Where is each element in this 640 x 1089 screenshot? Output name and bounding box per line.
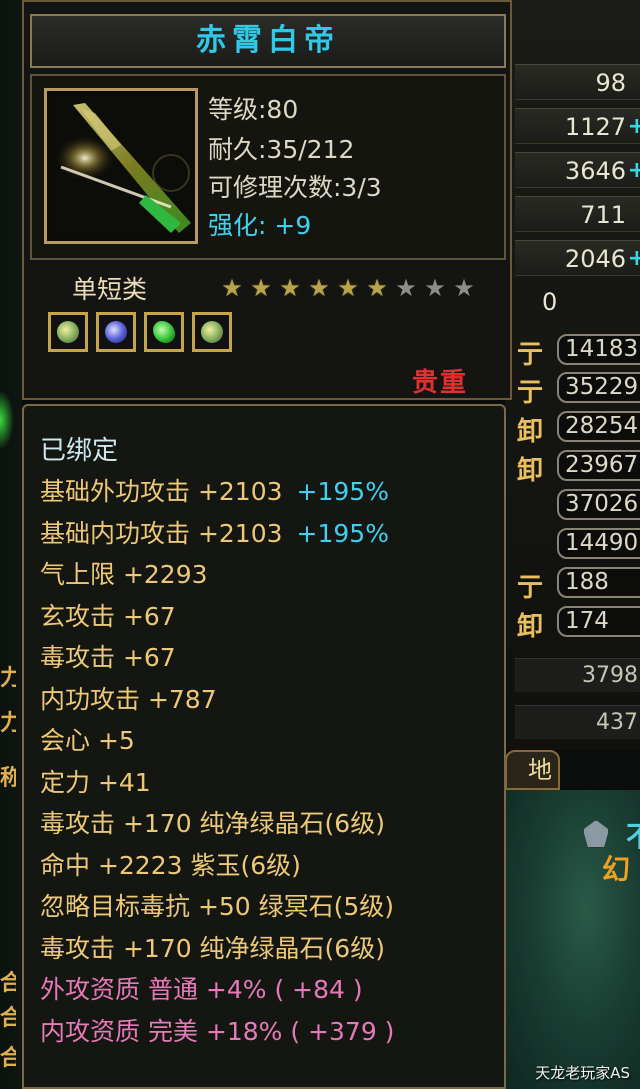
tooltip-header-frame: 赤霄白帝 等级:80 耐久:35/212 可修理次数:3/3 强化: +9 单短…: [22, 0, 512, 400]
background-left-edge: [0, 0, 22, 1089]
attribute-row: 毒攻击 +67: [40, 638, 176, 674]
attribute-percent: +195%: [296, 518, 389, 548]
plus-icon[interactable]: +: [628, 109, 640, 145]
attribute-row: 定力 +41: [40, 763, 151, 799]
attribute-text: 毒攻击 +170 纯净绿晶石(6级): [40, 809, 385, 838]
star-empty-icon: ★: [453, 274, 475, 302]
star-filled-icon: ★: [366, 274, 388, 302]
gem-green-jade-icon[interactable]: [48, 312, 88, 352]
plus-icon[interactable]: +: [628, 153, 640, 189]
background-stat-row: 37026: [515, 487, 640, 523]
gem-purple-icon[interactable]: [96, 312, 136, 352]
item-rarity: 贵重: [412, 368, 469, 398]
item-title-bar: 赤霄白帝: [30, 14, 506, 68]
attribute-text: 外攻资质 普通 +4% ( +84 ): [40, 975, 363, 1004]
background-stat-row: 卸:23967: [515, 448, 640, 486]
star-filled-icon: ★: [337, 274, 359, 302]
star-filled-icon: ★: [279, 274, 301, 302]
item-tooltip: 赤霄白帝 等级:80 耐久:35/212 可修理次数:3/3 强化: +9 单短…: [22, 0, 512, 1089]
item-category: 单短类: [72, 275, 148, 304]
star-empty-icon: ★: [395, 274, 417, 302]
attribute-row: 毒攻击 +170 纯净绿晶石(6级): [40, 929, 385, 965]
star-filled-icon: ★: [308, 274, 330, 302]
background-stat: 3646 +: [515, 152, 640, 188]
star-filled-icon: ★: [250, 274, 272, 302]
background-stat: 2046 +: [515, 240, 640, 276]
item-durability: 耐久:35/212: [208, 135, 355, 164]
attribute-text: 会心 +5: [40, 726, 135, 755]
attribute-row: 会心 +5: [40, 721, 135, 757]
background-left-label: 力: [0, 711, 16, 736]
attribute-row: 外攻资质 普通 +4% ( +84 ): [40, 970, 363, 1006]
item-level: 等级:80: [208, 95, 299, 124]
background-scene: [505, 790, 640, 1089]
star-rating: ★ ★ ★ ★ ★ ★ ★ ★ ★: [220, 276, 476, 300]
gem-green-crystal-icon[interactable]: [144, 312, 184, 352]
background-stat-row: 亍:14183: [515, 332, 640, 370]
background-left-label: 力: [0, 666, 16, 691]
item-repair-count: 可修理次数:3/3: [208, 173, 382, 202]
background-left-label: 合: [0, 1006, 16, 1031]
attribute-row: 玄攻击 +67: [40, 597, 176, 633]
attribute-text: 基础内功攻击 +2103: [40, 518, 283, 548]
item-info-box: 等级:80 耐久:35/212 可修理次数:3/3 强化: +9: [30, 74, 506, 260]
background-stat: 0: [542, 288, 558, 316]
attribute-text: 命中 +2223 紫玉(6级): [40, 850, 301, 880]
watermark: 天龙老玩家AS: [535, 1064, 630, 1082]
attribute-text: 内功攻击 +787: [40, 684, 217, 714]
background-stat-row: 卸:174: [515, 604, 640, 642]
background-stat-row: 卸:28254: [515, 409, 640, 447]
attribute-row: 基础外功攻击 +2103 +195%: [40, 472, 389, 508]
attribute-percent: +195%: [296, 477, 389, 506]
background-left-label: 称: [0, 766, 16, 791]
attribute-row: 内攻资质 完美 +18% ( +379 ): [40, 1012, 394, 1048]
item-name: 赤霄白帝: [196, 23, 340, 58]
background-scene-text: 不: [626, 815, 640, 855]
background-stat-row: 亍:188: [515, 565, 640, 603]
attribute-text: 基础外功攻击 +2103: [40, 477, 283, 506]
sword-icon: [51, 95, 191, 237]
background-wide-stat: 3798: [515, 658, 640, 692]
attribute-text: 内攻资质 完美 +18% ( +379 ): [40, 1016, 395, 1046]
attribute-row: 命中 +2223 紫玉(6级): [40, 846, 301, 882]
star-filled-icon: ★: [221, 274, 243, 302]
background-stat: 98: [515, 64, 640, 100]
attribute-row: 毒攻击 +170 纯净绿晶石(6级): [40, 804, 385, 840]
attribute-text: 毒攻击 +170 纯净绿晶石(6级): [40, 933, 385, 963]
background-left-glow: [0, 390, 14, 450]
attribute-text: 毒攻击 +67: [40, 643, 176, 672]
attribute-row: 忽略目标毒抗 +50 绿冥石(5级): [40, 887, 394, 923]
item-enhance: 强化: +9: [208, 211, 312, 240]
background-wide-stat: 437: [515, 705, 640, 739]
star-empty-icon: ★: [424, 274, 446, 302]
background-left-label: 合: [0, 1046, 16, 1071]
attribute-text: 忽略目标毒抗 +50 绿冥石(5级): [40, 892, 395, 921]
plus-icon[interactable]: +: [628, 241, 640, 277]
attribute-text: 定力 +41: [40, 767, 151, 797]
attribute-text: 玄攻击 +67: [40, 601, 176, 631]
background-tab[interactable]: 地: [505, 750, 560, 790]
attribute-row: 气上限 +2293: [40, 555, 208, 591]
background-stat: 711: [515, 196, 640, 232]
tooltip-details-frame: 已绑定 基础外功攻击 +2103 +195% 基础内功攻击 +2103 +195% 气上…: [22, 404, 506, 1089]
attribute-row: 内功攻击 +787: [40, 680, 217, 716]
item-icon-frame: [44, 88, 198, 244]
background-stat-row: 14490: [515, 526, 640, 562]
gem-green-jade-icon[interactable]: [192, 312, 232, 352]
attribute-text: 气上限 +2293: [40, 560, 208, 589]
gem-slots: [48, 312, 232, 352]
attribute-row: 基础内功攻击 +2103 +195%: [40, 514, 389, 550]
background-stat: 1127 +: [515, 108, 640, 144]
background-stat-row: 亍:35229: [515, 370, 640, 408]
bound-status: 已绑定: [40, 436, 119, 466]
background-left-label: 合: [0, 971, 16, 996]
